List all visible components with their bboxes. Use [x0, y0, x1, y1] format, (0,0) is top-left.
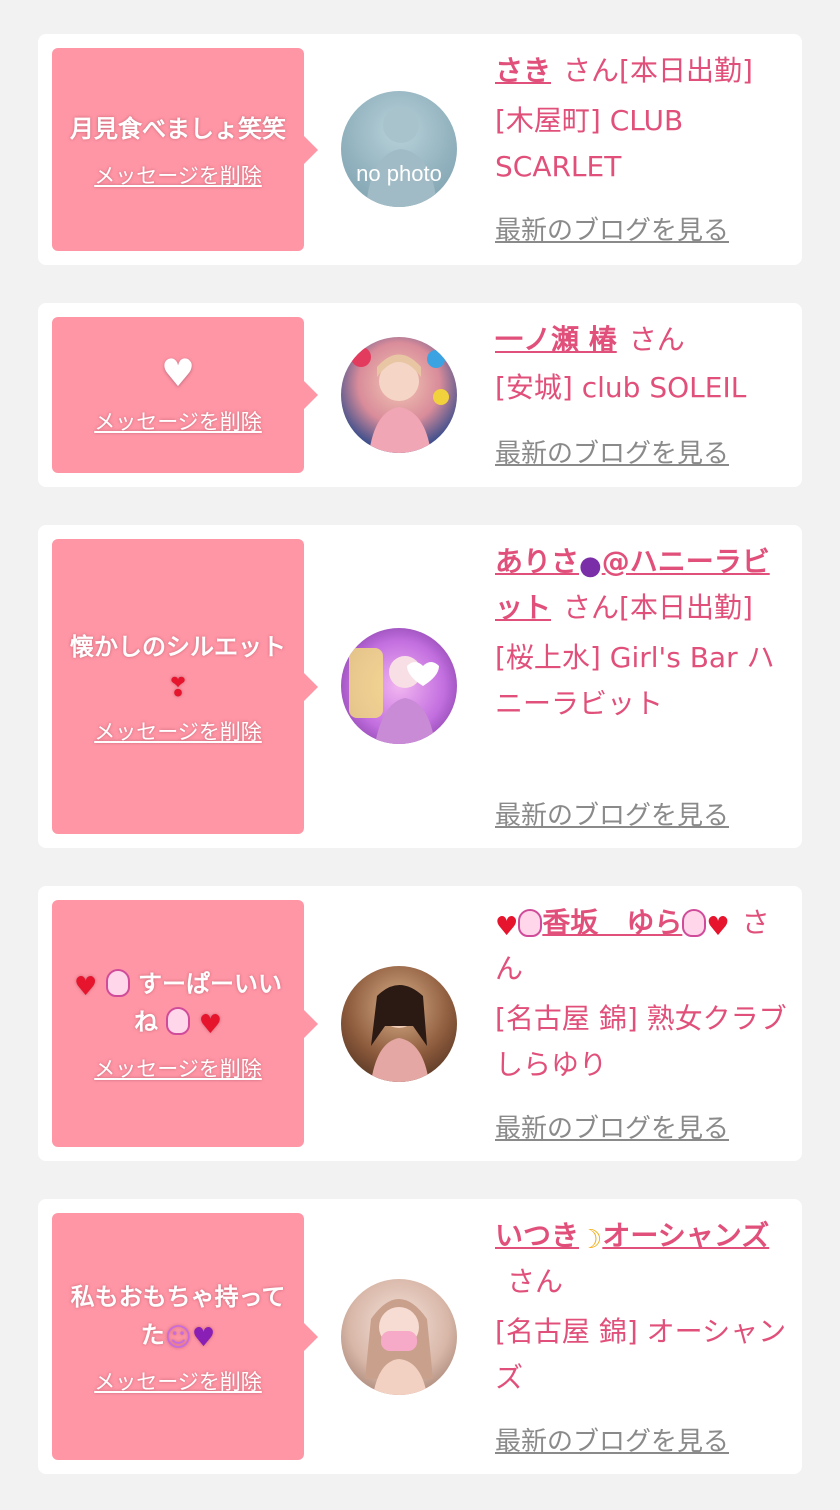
shop-line: SCARLET [495, 150, 622, 183]
crescent-moon-icon: ☽ [579, 1225, 603, 1255]
message-bubble: 懐かしのシルエット ❣ メッセージを削除 [52, 539, 318, 834]
avatar[interactable] [341, 337, 457, 453]
message-bubble: 私もおもちゃ持ってた☺♥ メッセージを削除 [52, 1213, 318, 1460]
message-body: 懐かしのシルエット [70, 632, 286, 661]
shop-text: [安城] club SOLEIL [495, 371, 747, 404]
shop-text: [名古屋 錦] オーシャンズ [495, 1315, 787, 1394]
red-heart-icon: ♥ [706, 912, 730, 942]
honorific: さん [628, 323, 685, 356]
delete-message-link[interactable]: メッセージを削除 [94, 160, 262, 190]
message-bubble: ♥ すーぱーいいね ♥ メッセージを削除 [52, 900, 318, 1147]
message-card: 月見食べましょ笑笑 メッセージを削除 no photo さき さん[本日出勤] [… [38, 34, 802, 265]
bunny-icon [105, 968, 130, 997]
avatar[interactable]: no photo [341, 91, 457, 207]
cast-name-part[interactable]: 香坂 ゆら [542, 906, 682, 939]
bunny-icon [518, 909, 543, 937]
status-text: [本日出勤] [619, 591, 753, 624]
avatar[interactable] [341, 628, 457, 744]
no-photo-placeholder: no photo [356, 107, 442, 207]
bunny-icon [682, 909, 707, 937]
message-card: 私もおもちゃ持ってた☺♥ メッセージを削除 いつき☽オーシャンズさん [名古屋 … [38, 1199, 802, 1474]
shop-text: [木屋町] CLUB SCARLET [495, 98, 795, 190]
shop-text: [名古屋 錦] 熟女クラブしらゆり [495, 1002, 787, 1081]
honorific: さん [507, 1265, 564, 1298]
message-text: 懐かしのシルエット ❣ [66, 628, 290, 704]
red-heart-icon: ♥ [73, 971, 98, 1002]
laughing-face-icon: ☺ [164, 1322, 192, 1353]
cast-name-part[interactable]: オーシャンズ [602, 1219, 769, 1252]
red-heart-icon: ♥ [198, 1009, 223, 1040]
message-card: ♥ すーぱーいいね ♥ メッセージを削除 ♥ 香坂 ゆら ♥ さん [名古屋 錦] 熟… [38, 886, 802, 1161]
cast-name-link[interactable]: ♥ 香坂 ゆら ♥ [495, 906, 730, 942]
shop-text: [桜上水] Girl's Bar ハニーラビット [495, 641, 775, 720]
bunny-icon [166, 1006, 191, 1035]
honorific: さん [563, 54, 620, 87]
latest-blog-link[interactable]: 最新のブログを見る [495, 433, 729, 470]
profile-photo [371, 985, 429, 1082]
honorific: さん [563, 591, 620, 624]
red-heart-icon: ♥ [495, 912, 519, 942]
white-heart-icon: ♥ [160, 351, 196, 395]
cast-name-link[interactable]: さき [495, 54, 551, 87]
cast-info: いつき☽オーシャンズさん [名古屋 錦] オーシャンズ [495, 1213, 795, 1401]
message-text: ♥ すーぱーいいね ♥ [66, 965, 290, 1041]
status-text: [本日出勤] [619, 54, 753, 87]
latest-blog-link[interactable]: 最新のブログを見る [495, 795, 729, 832]
cast-name-link[interactable]: いつき☽オーシャンズ [495, 1219, 769, 1255]
grapes-icon: ● [579, 551, 602, 581]
latest-blog-link[interactable]: 最新のブログを見る [495, 210, 729, 247]
message-text: 月見食べましょ笑笑 [70, 114, 286, 143]
delete-message-link[interactable]: メッセージを削除 [94, 716, 262, 746]
message-bubble: 月見食べましょ笑笑 メッセージを削除 [52, 48, 318, 251]
cast-info: さき さん[本日出勤] [木屋町] CLUB SCARLET [495, 48, 795, 190]
cast-name-part[interactable]: ありさ [495, 545, 579, 578]
shop-line: [木屋町] CLUB [495, 104, 684, 137]
message-bubble: ♥ メッセージを削除 [52, 317, 318, 473]
cast-info: ありさ●@ハニーラビット さん[本日出勤] [桜上水] Girl's Bar ハニ… [495, 539, 795, 727]
no-photo-text: no photo [356, 161, 442, 186]
delete-message-link[interactable]: メッセージを削除 [94, 1366, 262, 1396]
profile-photo [351, 347, 449, 453]
message-card: 懐かしのシルエット ❣ メッセージを削除 ありさ●@ハニーラビット さん[本日出勤]… [38, 525, 802, 848]
delete-message-link[interactable]: メッセージを削除 [94, 1053, 262, 1083]
purple-heart-icon: ♥ [191, 1322, 216, 1353]
avatar[interactable] [341, 1279, 457, 1395]
avatar[interactable] [341, 966, 457, 1082]
cast-info: 一ノ瀬 椿さん [安城] club SOLEIL [495, 317, 795, 411]
message-card: ♥ メッセージを削除 一ノ瀬 椿さん [安城] club SOLEIL 最新のブ… [38, 303, 802, 487]
heart-exclamation-icon: ❣ [167, 672, 189, 703]
profile-photo [349, 648, 439, 744]
latest-blog-link[interactable]: 最新のブログを見る [495, 1421, 729, 1458]
cast-info: ♥ 香坂 ゆら ♥ さん [名古屋 錦] 熟女クラブしらゆり [495, 900, 795, 1088]
message-text: ♥ [161, 354, 195, 394]
cast-name-part[interactable]: いつき [495, 1219, 579, 1252]
message-text: 私もおもちゃ持ってた☺♥ [66, 1278, 290, 1354]
profile-photo [365, 1299, 433, 1395]
latest-blog-link[interactable]: 最新のブログを見る [495, 1108, 729, 1145]
cast-name-link[interactable]: 一ノ瀬 椿 [495, 323, 617, 356]
delete-message-link[interactable]: メッセージを削除 [94, 406, 262, 436]
